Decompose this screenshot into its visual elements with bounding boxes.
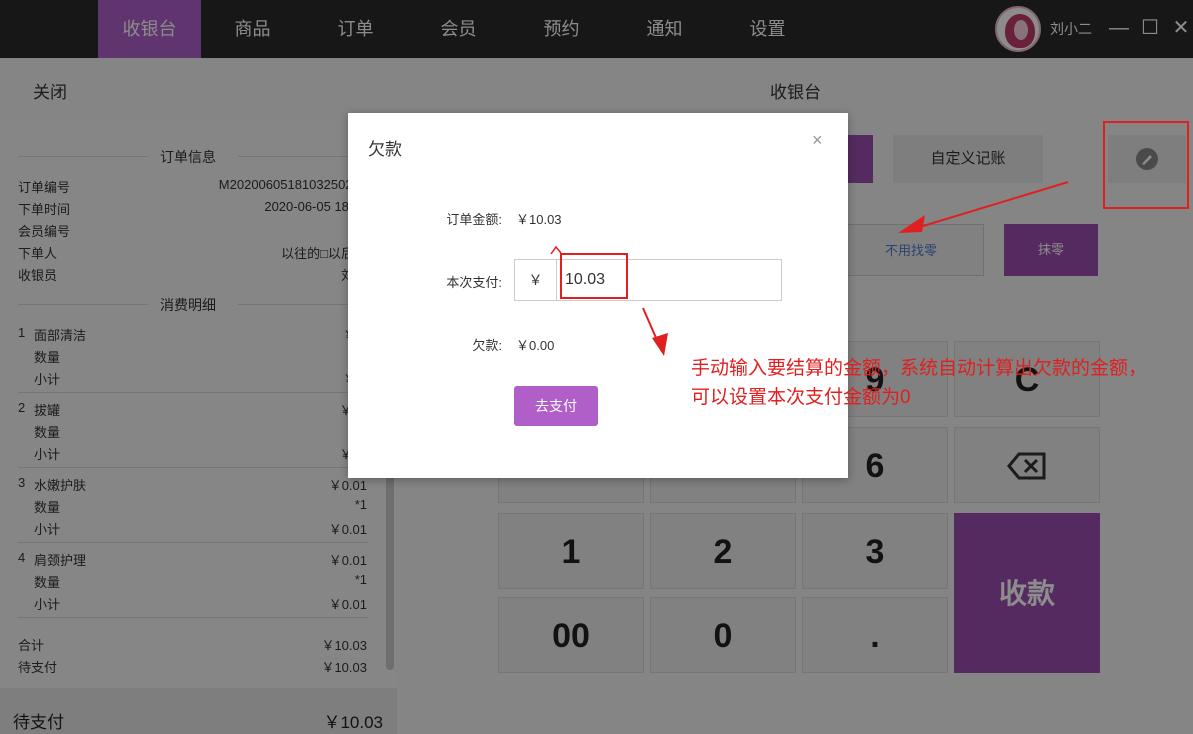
annotation-highlight-input bbox=[560, 253, 628, 299]
close-icon[interactable]: × bbox=[812, 130, 823, 151]
order-amount-label: 订单金额: bbox=[446, 212, 502, 227]
order-amount-value: ￥10.03 bbox=[516, 212, 562, 227]
debt-value: ￥0.00 bbox=[516, 338, 555, 353]
dialog-title: 欠款 bbox=[368, 140, 402, 159]
currency-prefix: ￥ bbox=[515, 260, 557, 300]
annotation-highlight-edit bbox=[1103, 121, 1189, 209]
annotation-text: 手动输入要结算的金额，系统自动计算出欠款的金额，可以设置本次支付金额为0 bbox=[691, 358, 1148, 408]
pay-amount-field[interactable]: ￥ bbox=[514, 259, 782, 301]
debt-label: 欠款: bbox=[472, 338, 502, 353]
go-pay-button[interactable]: 去支付 bbox=[514, 386, 598, 426]
pay-amount-label: 本次支付: bbox=[446, 275, 502, 290]
